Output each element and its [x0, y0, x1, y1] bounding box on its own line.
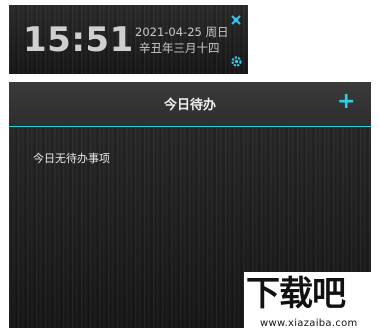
watermark-url: www.xiazaiba.com: [260, 318, 358, 329]
clock-date: 2021-04-25 周日: [135, 25, 229, 39]
clock-time: 15:51: [23, 20, 134, 60]
pin-icon[interactable]: [230, 11, 242, 25]
watermark-logo-text: 下载吧: [246, 274, 346, 314]
todo-title: 今日待办: [163, 98, 216, 113]
watermark-logo: 下载吧 www.xiazaiba.com: [244, 272, 379, 335]
gear-icon[interactable]: [230, 53, 243, 67]
empty-state-text: 今日无待办事项: [33, 152, 110, 165]
todo-header: 今日待办 +: [9, 82, 371, 127]
clock-lunar-date: 辛丑年三月十四: [139, 41, 220, 55]
clock-widget: 15:51 2021-04-25 周日 辛丑年三月十四: [9, 5, 248, 74]
add-todo-button[interactable]: +: [337, 91, 355, 113]
